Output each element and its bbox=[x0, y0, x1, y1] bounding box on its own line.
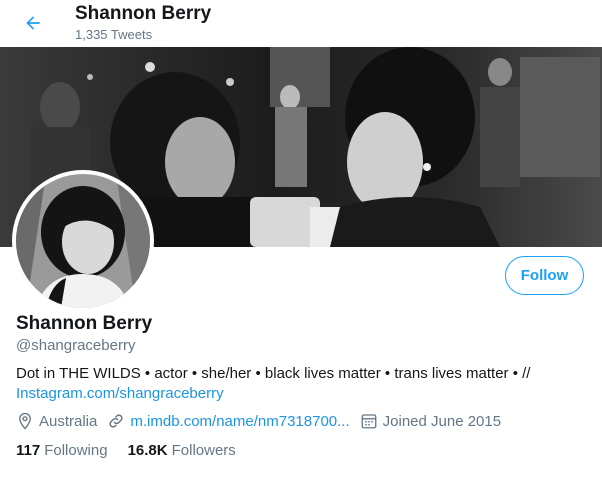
meta-joined: Joined June 2015 bbox=[360, 412, 501, 430]
link-icon bbox=[109, 414, 123, 428]
location-text: Australia bbox=[39, 412, 98, 430]
profile-name: Shannon Berry bbox=[16, 313, 153, 334]
follow-stats: 117 Following 16.8K Followers bbox=[16, 442, 256, 459]
back-arrow-icon bbox=[26, 16, 40, 30]
profile-handle: @shangraceberry bbox=[16, 337, 136, 354]
meta-location: Australia bbox=[16, 412, 97, 430]
following-stat[interactable]: 117 Following bbox=[16, 442, 108, 459]
following-label: Following bbox=[44, 442, 108, 459]
meta-website: m.imdb.com/name/nm7318700... bbox=[107, 412, 350, 430]
tweet-count: 1,335 Tweets bbox=[75, 27, 153, 42]
calendar-icon bbox=[361, 414, 377, 429]
profile-meta: Australia m.imdb.com/name/nm7318700... J… bbox=[16, 412, 511, 430]
avatar-photo bbox=[16, 174, 150, 308]
back-button[interactable] bbox=[18, 8, 48, 38]
followers-count: 16.8K bbox=[127, 442, 168, 459]
website-link[interactable]: m.imdb.com/name/nm7318700... bbox=[130, 413, 349, 430]
profile-header: Shannon Berry 1,335 Tweets bbox=[0, 0, 602, 47]
following-count: 117 bbox=[16, 442, 41, 459]
profile-avatar[interactable] bbox=[12, 170, 154, 312]
followers-label: Followers bbox=[171, 442, 236, 459]
profile-bio: Dot in THE WILDS • actor • she/her • bla… bbox=[16, 364, 576, 404]
header-title: Shannon Berry bbox=[75, 3, 212, 24]
followers-stat[interactable]: 16.8K Followers bbox=[128, 442, 236, 459]
location-pin-icon bbox=[19, 412, 31, 430]
bio-text: Dot in THE WILDS • actor • she/her • bla… bbox=[16, 365, 531, 382]
joined-text: Joined June 2015 bbox=[382, 412, 502, 430]
bio-link[interactable]: Instagram.com/shangraceberry bbox=[16, 385, 224, 402]
follow-button[interactable]: Follow bbox=[505, 256, 584, 295]
